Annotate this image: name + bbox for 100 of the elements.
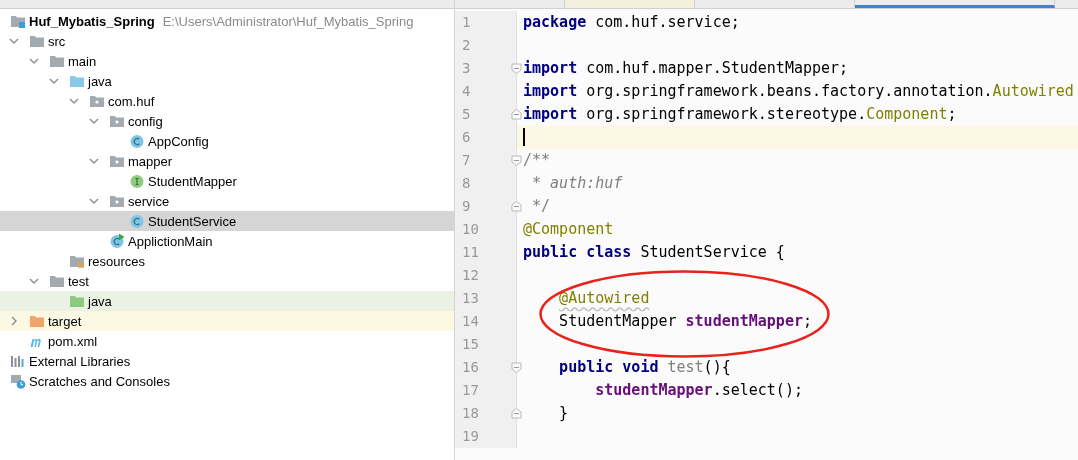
code-line: public void test(){: [559, 358, 731, 376]
tree-item[interactable]: java: [0, 291, 454, 311]
tree-item-label: StudentService: [148, 213, 237, 229]
libraries-icon: [10, 353, 26, 369]
code-line: */: [531, 197, 551, 215]
tree-item-label: mapper: [128, 153, 173, 169]
code-line: package com.huf.service;: [523, 13, 740, 31]
tree-item[interactable]: StudentMapper: [0, 171, 454, 191]
tree-item-label: target: [48, 313, 82, 329]
tree-item[interactable]: main: [0, 51, 454, 71]
resources-folder-icon: [69, 253, 85, 269]
line-number: 2: [461, 37, 471, 53]
tree-item-label: service: [128, 193, 170, 209]
code-line: public class StudentService {: [523, 243, 785, 261]
tree-item[interactable]: java: [0, 71, 454, 91]
tree-item-label: com.huf: [108, 93, 155, 109]
code-line: }: [559, 404, 569, 422]
runnable-class-icon: [109, 233, 125, 249]
line-number: 16: [461, 359, 479, 375]
tree-item[interactable]: Huf_Mybatis_Spring E:\Users\Administrator\Huf_Mybatis_Spring: [0, 11, 454, 31]
line-number: 7: [461, 152, 471, 168]
tree-item-label: External Libraries: [29, 353, 131, 369]
line-number: 14: [461, 313, 479, 329]
tree-item[interactable]: pom.xml: [0, 331, 454, 351]
tree-item[interactable]: StudentService: [0, 211, 454, 231]
line-number: 13: [461, 290, 479, 306]
code-line: * auth:huf: [531, 174, 623, 192]
line-number: 3: [461, 60, 471, 76]
tree-item[interactable]: mapper: [0, 151, 454, 171]
fold-marker-icon[interactable]: [511, 108, 522, 120]
chevron-down-icon[interactable]: [89, 156, 99, 166]
interface-icon: [129, 173, 145, 189]
tree-item[interactable]: config: [0, 111, 454, 131]
tree-item-label: resources: [88, 253, 146, 269]
tree-item-label: pom.xml: [48, 333, 98, 349]
scratches-icon: [10, 373, 26, 389]
tree-item-label: Huf_Mybatis_Spring: [29, 13, 155, 29]
line-number: 8: [461, 175, 471, 191]
folder-icon: [29, 33, 45, 49]
line-number: 5: [461, 106, 471, 122]
line-number: 9: [461, 198, 471, 214]
tree-item-label: StudentMapper: [148, 173, 237, 189]
module-folder-icon: [10, 13, 26, 29]
code-line: StudentMapper studentMapper;: [559, 312, 812, 330]
fold-marker-icon[interactable]: [511, 407, 522, 419]
fold-marker-icon[interactable]: [511, 200, 522, 212]
code-line: import org.springframework.beans.factory.annotation.Autowired: [523, 82, 1074, 100]
fold-marker-icon[interactable]: [511, 361, 522, 373]
chevron-right-icon[interactable]: [9, 316, 19, 326]
tree-item-label: java: [88, 293, 112, 309]
code-line: import com.huf.mapper.StudentMapper;: [523, 59, 849, 77]
line-number: 18: [461, 405, 479, 421]
code-line: @Component: [523, 220, 614, 238]
chevron-down-icon[interactable]: [89, 196, 99, 206]
tree-item[interactable]: External Libraries: [0, 351, 454, 371]
code-line: /**: [523, 151, 551, 169]
folder-icon: [49, 273, 65, 289]
tree-item-label: AppConfig: [148, 133, 209, 149]
tree-item-label: Scratches and Consoles: [29, 373, 170, 389]
fold-marker-icon[interactable]: [511, 62, 522, 74]
tree-item[interactable]: AppConfig: [0, 131, 454, 151]
package-folder-icon: [109, 153, 125, 169]
class-icon: [129, 133, 145, 149]
code-line: @Autowired: [559, 289, 650, 307]
line-number: 6: [461, 129, 471, 145]
tree-item[interactable]: test: [0, 271, 454, 291]
project-path: E:\Users\Administrator\Huf_Mybatis_Spring: [162, 13, 414, 29]
text-cursor: [523, 128, 525, 146]
tree-item-label: src: [48, 33, 66, 49]
code-line: import org.springframework.stereotype.Component;: [523, 105, 957, 123]
line-number: 11: [461, 244, 479, 260]
tree-item-label: test: [68, 273, 89, 289]
tree-item[interactable]: src: [0, 31, 454, 51]
tree-item[interactable]: Scratches and Consoles: [0, 371, 454, 391]
class-icon: [129, 213, 145, 229]
line-number: 19: [461, 428, 479, 444]
line-number: 4: [461, 83, 471, 99]
folder-icon: [29, 313, 45, 329]
package-folder-icon: [109, 113, 125, 129]
tree-item-label: java: [88, 73, 112, 89]
line-number: 12: [461, 267, 479, 283]
tree-item-label: config: [128, 113, 163, 129]
line-number: 15: [461, 336, 479, 352]
tree-item[interactable]: resources: [0, 251, 454, 271]
tree-item[interactable]: service: [0, 191, 454, 211]
tree-item[interactable]: ApplictionMain: [0, 231, 454, 251]
package-folder-icon: [89, 93, 105, 109]
tree-item-label: ApplictionMain: [128, 233, 213, 249]
tree-item[interactable]: target: [0, 311, 454, 331]
package-folder-icon: [109, 193, 125, 209]
tree-item[interactable]: com.huf: [0, 91, 454, 111]
fold-marker-icon[interactable]: [511, 154, 522, 166]
tree-item-label: main: [68, 53, 97, 69]
line-number: 1: [461, 14, 471, 30]
chevron-down-icon[interactable]: [29, 276, 39, 286]
folder-icon: [69, 293, 85, 309]
folder-icon: [49, 53, 65, 69]
line-number: 17: [461, 382, 479, 398]
folder-icon: [69, 73, 85, 89]
line-number: 10: [461, 221, 479, 237]
